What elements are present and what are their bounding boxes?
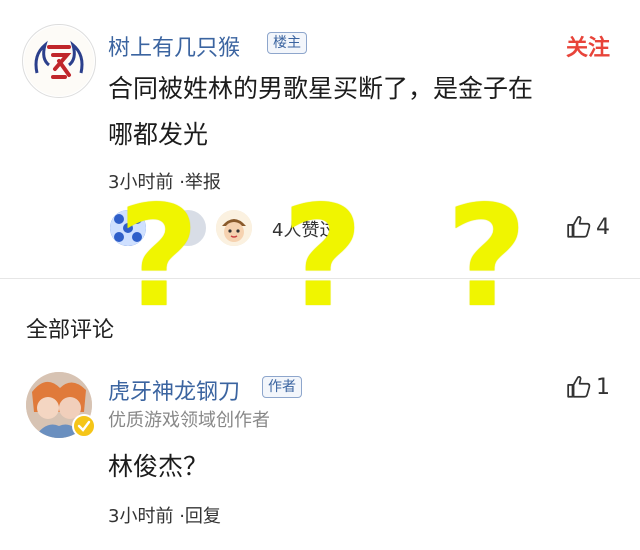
comment-like-button[interactable]: 1: [566, 374, 610, 400]
post-content-line-1: 合同被姓林的男歌星买断了，是金子在: [108, 74, 534, 103]
section-title: 全部评论: [26, 318, 115, 343]
comment-time: 3小时前: [108, 506, 174, 527]
post-author-avatar[interactable]: [22, 24, 96, 98]
liker-avatar-3[interactable]: [214, 208, 254, 248]
question-mark-overlay-2: ?: [282, 176, 364, 339]
post-author-name[interactable]: 树上有几只猴: [108, 30, 240, 62]
post-like-count: 4: [596, 214, 610, 240]
post-content-line-2: 哪都发光: [108, 120, 209, 149]
post-author-tag: 楼主: [267, 32, 307, 54]
post-content: 合同被姓林的男歌星买断了，是金子在 哪都发光: [108, 66, 628, 158]
cartoon-face-avatar-icon: [216, 210, 252, 246]
calligraphy-avatar-icon: [24, 26, 94, 96]
reply-link[interactable]: ·回复: [179, 506, 221, 527]
comment-author-name[interactable]: 虎牙神龙钢刀: [108, 374, 240, 406]
question-mark-overlay-3: ?: [446, 176, 528, 339]
thumbs-up-icon: [567, 216, 591, 238]
thumbs-up-icon: [567, 376, 591, 398]
comment-content: 林俊杰？: [108, 452, 209, 481]
post-like-button[interactable]: 4: [566, 214, 610, 240]
follow-button[interactable]: 关注: [566, 30, 610, 62]
verified-badge-icon: [72, 414, 96, 438]
comment-meta: 3小时前 ·回复: [108, 502, 221, 528]
comment-author-subtitle: 优质游戏领域创作者: [108, 410, 270, 431]
checkmark-icon: [77, 420, 91, 432]
comment-author-tag: 作者: [262, 376, 302, 398]
question-mark-overlay-1: ?: [118, 176, 200, 339]
comment-like-count: 1: [596, 374, 610, 400]
